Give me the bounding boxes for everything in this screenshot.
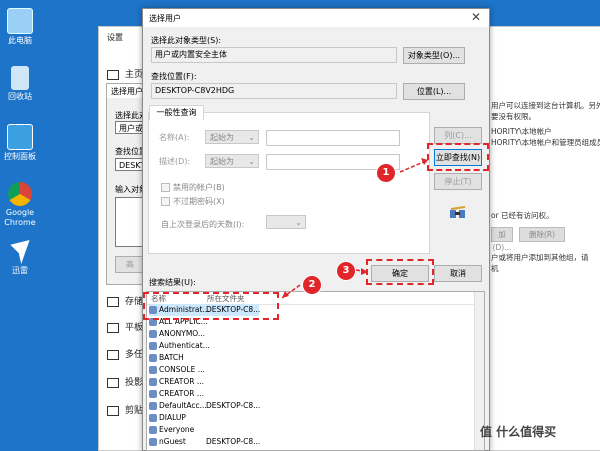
- step-badge-2: 2: [302, 275, 322, 295]
- annotation-arrows: [281, 158, 429, 299]
- step-badge-3: 3: [336, 261, 356, 281]
- step-badge-1: 1: [376, 163, 396, 183]
- watermark: 值 什么值得买: [480, 425, 557, 439]
